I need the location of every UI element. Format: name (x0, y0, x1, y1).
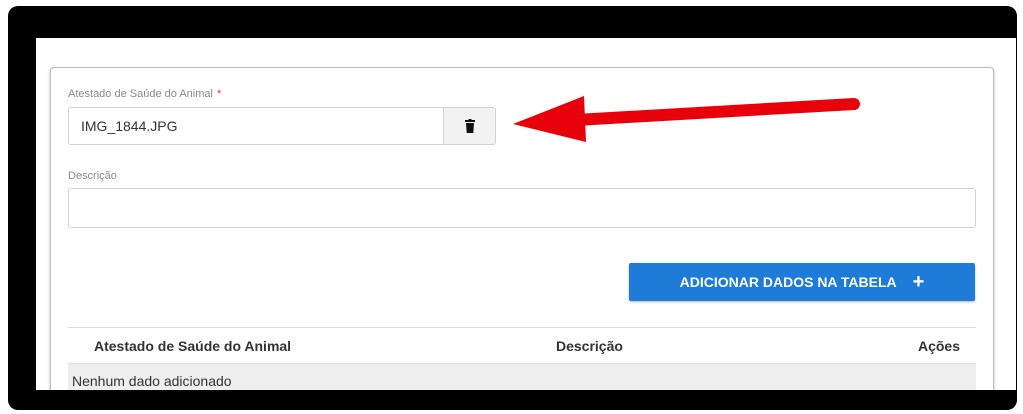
table-header-row: Atestado de Saúde do Animal Descrição Aç… (68, 327, 976, 364)
column-header-description: Descrição (556, 338, 623, 354)
required-marker: * (216, 88, 222, 100)
plus-icon: + (912, 271, 925, 293)
attachment-label-text: Atestado de Saúde do Animal (68, 88, 213, 100)
column-header-attachment: Atestado de Saúde do Animal (94, 338, 292, 354)
column-header-actions: Ações (917, 338, 960, 354)
add-to-table-button[interactable]: ADICIONAR DADOS NA TABELA + (629, 263, 975, 301)
delete-attachment-button[interactable] (443, 107, 496, 145)
screenshot: Atestado de Saúde do Animal * IMG_1844.JP… (0, 0, 1023, 414)
add-to-table-label: ADICIONAR DADOS NA TABELA (679, 274, 897, 290)
attachment-file-field[interactable]: IMG_1844.JPG (68, 107, 443, 145)
attachment-field-label: Atestado de Saúde do Animal * (68, 88, 221, 100)
trash-icon (464, 119, 475, 133)
app-viewport: Atestado de Saúde do Animal * IMG_1844.JP… (36, 38, 1016, 390)
description-input[interactable] (68, 188, 976, 228)
empty-table-message: Nenhum dado adicionado (68, 364, 976, 390)
form-card: Atestado de Saúde do Animal * IMG_1844.JP… (50, 67, 994, 390)
description-field-label: Descrição (68, 170, 117, 182)
